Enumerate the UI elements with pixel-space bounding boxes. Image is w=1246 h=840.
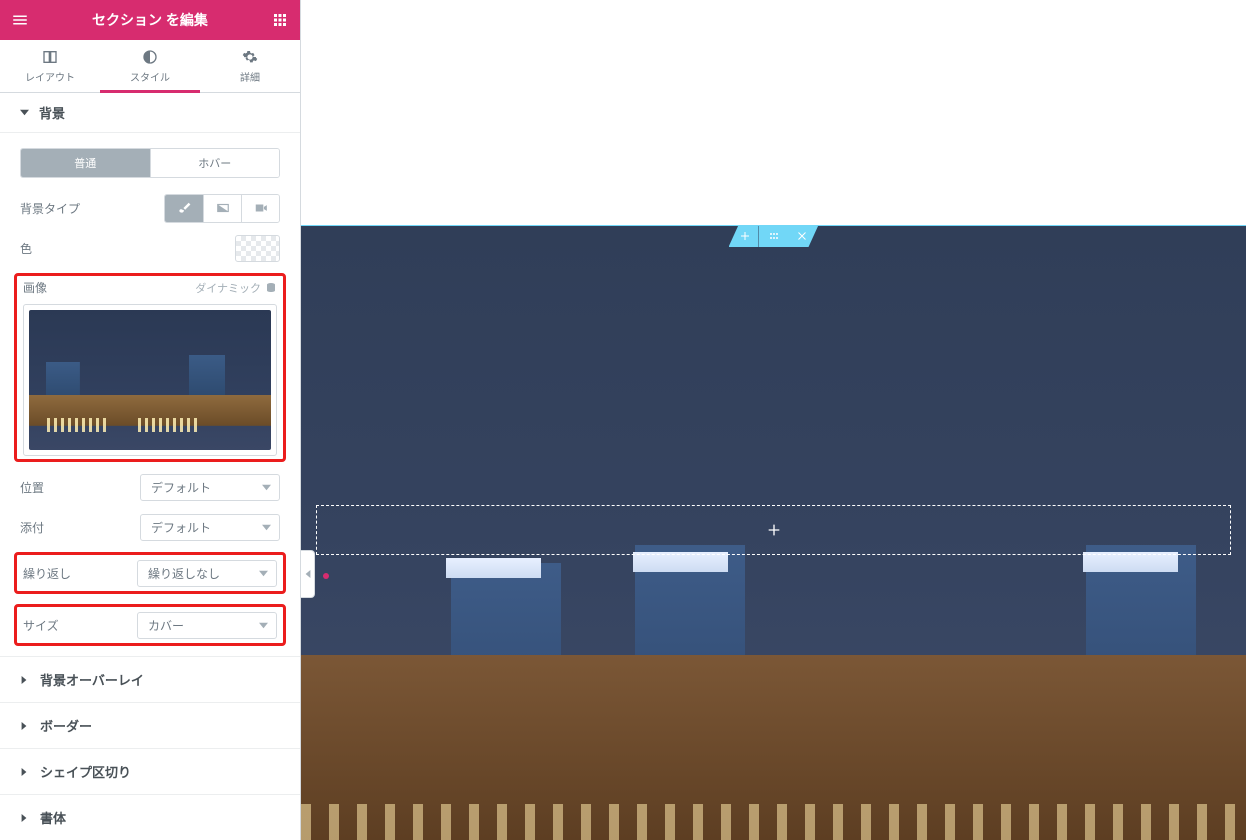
close-icon [796, 230, 808, 242]
repeat-select[interactable]: 繰り返しなし [137, 560, 277, 587]
section-shape-divider[interactable]: シェイプ区切り [0, 748, 300, 794]
menu-icon [11, 11, 29, 29]
bg-type-classic[interactable] [165, 195, 203, 222]
size-value: カバー [148, 617, 184, 634]
position-label: 位置 [20, 479, 44, 496]
section-toolbar [729, 225, 819, 247]
menu-button[interactable] [0, 0, 40, 40]
edit-section-button[interactable] [759, 225, 789, 247]
caret-right-icon [20, 676, 28, 684]
bg-type-label: 背景タイプ [20, 200, 80, 217]
gear-icon [242, 49, 258, 65]
section-typography[interactable]: 書体 [0, 794, 300, 840]
caret-down-icon [262, 483, 271, 492]
image-label: 画像 [23, 279, 47, 296]
tab-advanced-label: 詳細 [240, 69, 260, 84]
image-group-highlight: 画像 ダイナミック [14, 273, 286, 462]
bg-type-picker [164, 194, 280, 223]
tab-layout-label: レイアウト [25, 69, 75, 84]
caret-right-icon [20, 722, 28, 730]
section-shape-divider-label: シェイプ区切り [40, 762, 131, 781]
size-label: サイズ [23, 617, 59, 634]
dynamic-label: ダイナミック [195, 280, 261, 296]
grid-icon [271, 11, 289, 29]
dynamic-tag-button[interactable]: ダイナミック [195, 280, 277, 296]
tab-advanced[interactable]: 詳細 [200, 40, 300, 92]
tab-style[interactable]: スタイル [100, 40, 200, 92]
panel-body: 背景 普通 ホバー 背景タイプ [0, 93, 300, 840]
video-icon [254, 201, 268, 215]
add-section-button[interactable] [729, 225, 759, 247]
database-icon [265, 282, 277, 294]
state-hover[interactable]: ホバー [150, 149, 280, 177]
section-border[interactable]: ボーダー [0, 702, 300, 748]
size-row-highlight: サイズ カバー [14, 604, 286, 646]
delete-section-button[interactable] [789, 225, 819, 247]
apps-button[interactable] [260, 0, 300, 40]
attachment-label: 添付 [20, 519, 44, 536]
gradient-icon [216, 201, 230, 215]
section-bg-overlay-label: 背景オーバーレイ [40, 670, 144, 689]
caret-right-icon [20, 814, 28, 822]
section-border-label: ボーダー [40, 716, 92, 735]
bg-type-video[interactable] [241, 195, 279, 222]
color-swatch[interactable] [235, 235, 280, 262]
attachment-select[interactable]: デフォルト [140, 514, 280, 541]
editor-sidebar: セクション を編集 レイアウト スタイル 詳細 背景 [0, 0, 301, 840]
selected-section[interactable] [301, 225, 1246, 840]
image-picker[interactable] [23, 304, 277, 456]
caret-right-icon [20, 768, 28, 776]
inner-dropzone[interactable] [316, 505, 1231, 555]
caret-left-icon [304, 570, 312, 578]
section-background-title: 背景 [39, 103, 65, 122]
caret-down-icon [262, 523, 271, 532]
section-background-header[interactable]: 背景 [0, 93, 300, 133]
panel-collapse-handle[interactable] [301, 550, 315, 598]
bg-type-gradient[interactable] [203, 195, 241, 222]
size-select[interactable]: カバー [137, 612, 277, 639]
state-normal[interactable]: 普通 [21, 149, 150, 177]
state-toggle: 普通 ホバー [20, 148, 280, 178]
panel-header: セクション を編集 [0, 0, 300, 40]
plus-icon [766, 522, 782, 538]
image-thumbnail [29, 310, 271, 450]
brush-icon [177, 201, 191, 215]
history-indicator [323, 573, 329, 579]
drag-icon [768, 230, 780, 242]
tab-layout[interactable]: レイアウト [0, 40, 100, 92]
repeat-value: 繰り返しなし [148, 565, 220, 582]
section-typography-label: 書体 [40, 808, 66, 827]
panel-tabs: レイアウト スタイル 詳細 [0, 40, 300, 93]
tab-style-label: スタイル [130, 69, 170, 84]
repeat-label: 繰り返し [23, 565, 71, 582]
caret-down-icon [259, 621, 268, 630]
panel-title: セクション を編集 [92, 10, 208, 30]
caret-down-icon [20, 108, 29, 117]
contrast-icon [142, 49, 158, 65]
color-label: 色 [20, 240, 32, 257]
plus-icon [739, 230, 751, 242]
section-bg-overlay[interactable]: 背景オーバーレイ [0, 656, 300, 702]
attachment-value: デフォルト [151, 519, 211, 536]
columns-icon [42, 49, 58, 65]
preview-area [301, 0, 1246, 840]
position-value: デフォルト [151, 479, 211, 496]
caret-down-icon [259, 569, 268, 578]
repeat-row-highlight: 繰り返し 繰り返しなし [14, 552, 286, 594]
position-select[interactable]: デフォルト [140, 474, 280, 501]
